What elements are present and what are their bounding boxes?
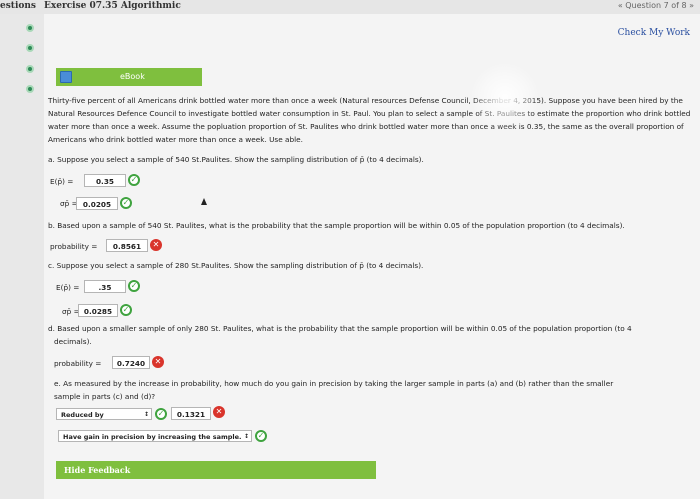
part-b-prompt: b. Based upon a sample of 540 St. Paulit… bbox=[48, 221, 625, 230]
conclusion-select[interactable]: Have gain in precision by increasing the… bbox=[58, 430, 252, 442]
top-bar: estions Exercise 07.35 Algorithmic « Que… bbox=[0, 0, 700, 15]
part-c-expected-input[interactable]: .35 bbox=[84, 280, 126, 293]
problem-text: Thirty-five percent of all Americans dri… bbox=[48, 96, 691, 144]
part-d-probability-input[interactable]: 0.7240 bbox=[112, 356, 150, 369]
question-list bbox=[0, 14, 45, 499]
conclusion-select-value: Have gain in precision by increasing the… bbox=[63, 433, 242, 441]
correct-check-icon: ✓ bbox=[255, 430, 267, 442]
question-status-dot[interactable] bbox=[26, 24, 34, 32]
direction-select-value: Reduced by bbox=[61, 411, 104, 419]
select-arrow-icon: ↕ bbox=[143, 411, 149, 418]
ebook-label: eBook bbox=[120, 72, 145, 81]
questions-tab-label[interactable]: estions bbox=[0, 1, 36, 11]
check-my-work-link[interactable]: Check My Work bbox=[618, 28, 690, 38]
incorrect-x-icon: ✕ bbox=[150, 239, 162, 251]
question-status-dot[interactable] bbox=[26, 44, 34, 52]
incorrect-x-icon: ✕ bbox=[213, 406, 225, 418]
part-e-prompt-line2: sample in parts (c) and (d)? bbox=[54, 392, 156, 401]
question-status-dot[interactable] bbox=[26, 65, 34, 73]
screen-glare bbox=[470, 62, 540, 132]
part-d-prompt-line1: d. Based upon a smaller sample of only 2… bbox=[48, 324, 632, 333]
correct-check-icon: ✓ bbox=[128, 174, 140, 186]
part-a-sigma-input[interactable]: 0.0205 bbox=[76, 197, 118, 210]
mouse-cursor-icon bbox=[201, 198, 207, 205]
part-d-probability-label: probability = bbox=[54, 359, 102, 368]
part-c-sigma-input[interactable]: 0.0285 bbox=[78, 304, 118, 317]
hide-feedback-label: Hide Feedback bbox=[64, 465, 131, 475]
part-b-probability-label: probability = bbox=[50, 242, 98, 251]
question-navigator[interactable]: « Question 7 of 8 » bbox=[618, 1, 694, 10]
hide-feedback-button[interactable]: Hide Feedback bbox=[56, 461, 376, 479]
correct-check-icon: ✓ bbox=[120, 197, 132, 209]
select-arrow-icon: ↕ bbox=[243, 433, 249, 440]
part-c-prompt: c. Suppose you select a sample of 280 St… bbox=[48, 261, 424, 270]
exercise-title: Exercise 07.35 Algorithmic bbox=[44, 1, 181, 11]
correct-check-icon: ✓ bbox=[128, 280, 140, 292]
part-a-expected-input[interactable]: 0.35 bbox=[84, 174, 126, 187]
incorrect-x-icon: ✕ bbox=[152, 356, 164, 368]
part-e-prompt-line1: e. As measured by the increase in probab… bbox=[54, 379, 614, 388]
direction-select[interactable]: Reduced by ↕ bbox=[56, 408, 152, 420]
part-b-probability-input[interactable]: 0.8561 bbox=[106, 239, 148, 252]
part-c-expected-label: E(p̄) = bbox=[56, 283, 80, 292]
part-d-prompt-line2: decimals). bbox=[54, 337, 92, 346]
ebook-button[interactable]: eBook bbox=[56, 68, 202, 86]
question-status-dot[interactable] bbox=[26, 85, 34, 93]
precision-gain-input[interactable]: 0.1321 bbox=[171, 407, 211, 420]
correct-check-icon: ✓ bbox=[120, 304, 132, 316]
question-panel bbox=[44, 14, 700, 499]
correct-check-icon: ✓ bbox=[155, 408, 167, 420]
part-a-expected-label: E(p̄) = bbox=[50, 177, 74, 186]
part-a-prompt: a. Suppose you select a sample of 540 St… bbox=[48, 155, 424, 164]
book-icon bbox=[60, 71, 72, 83]
